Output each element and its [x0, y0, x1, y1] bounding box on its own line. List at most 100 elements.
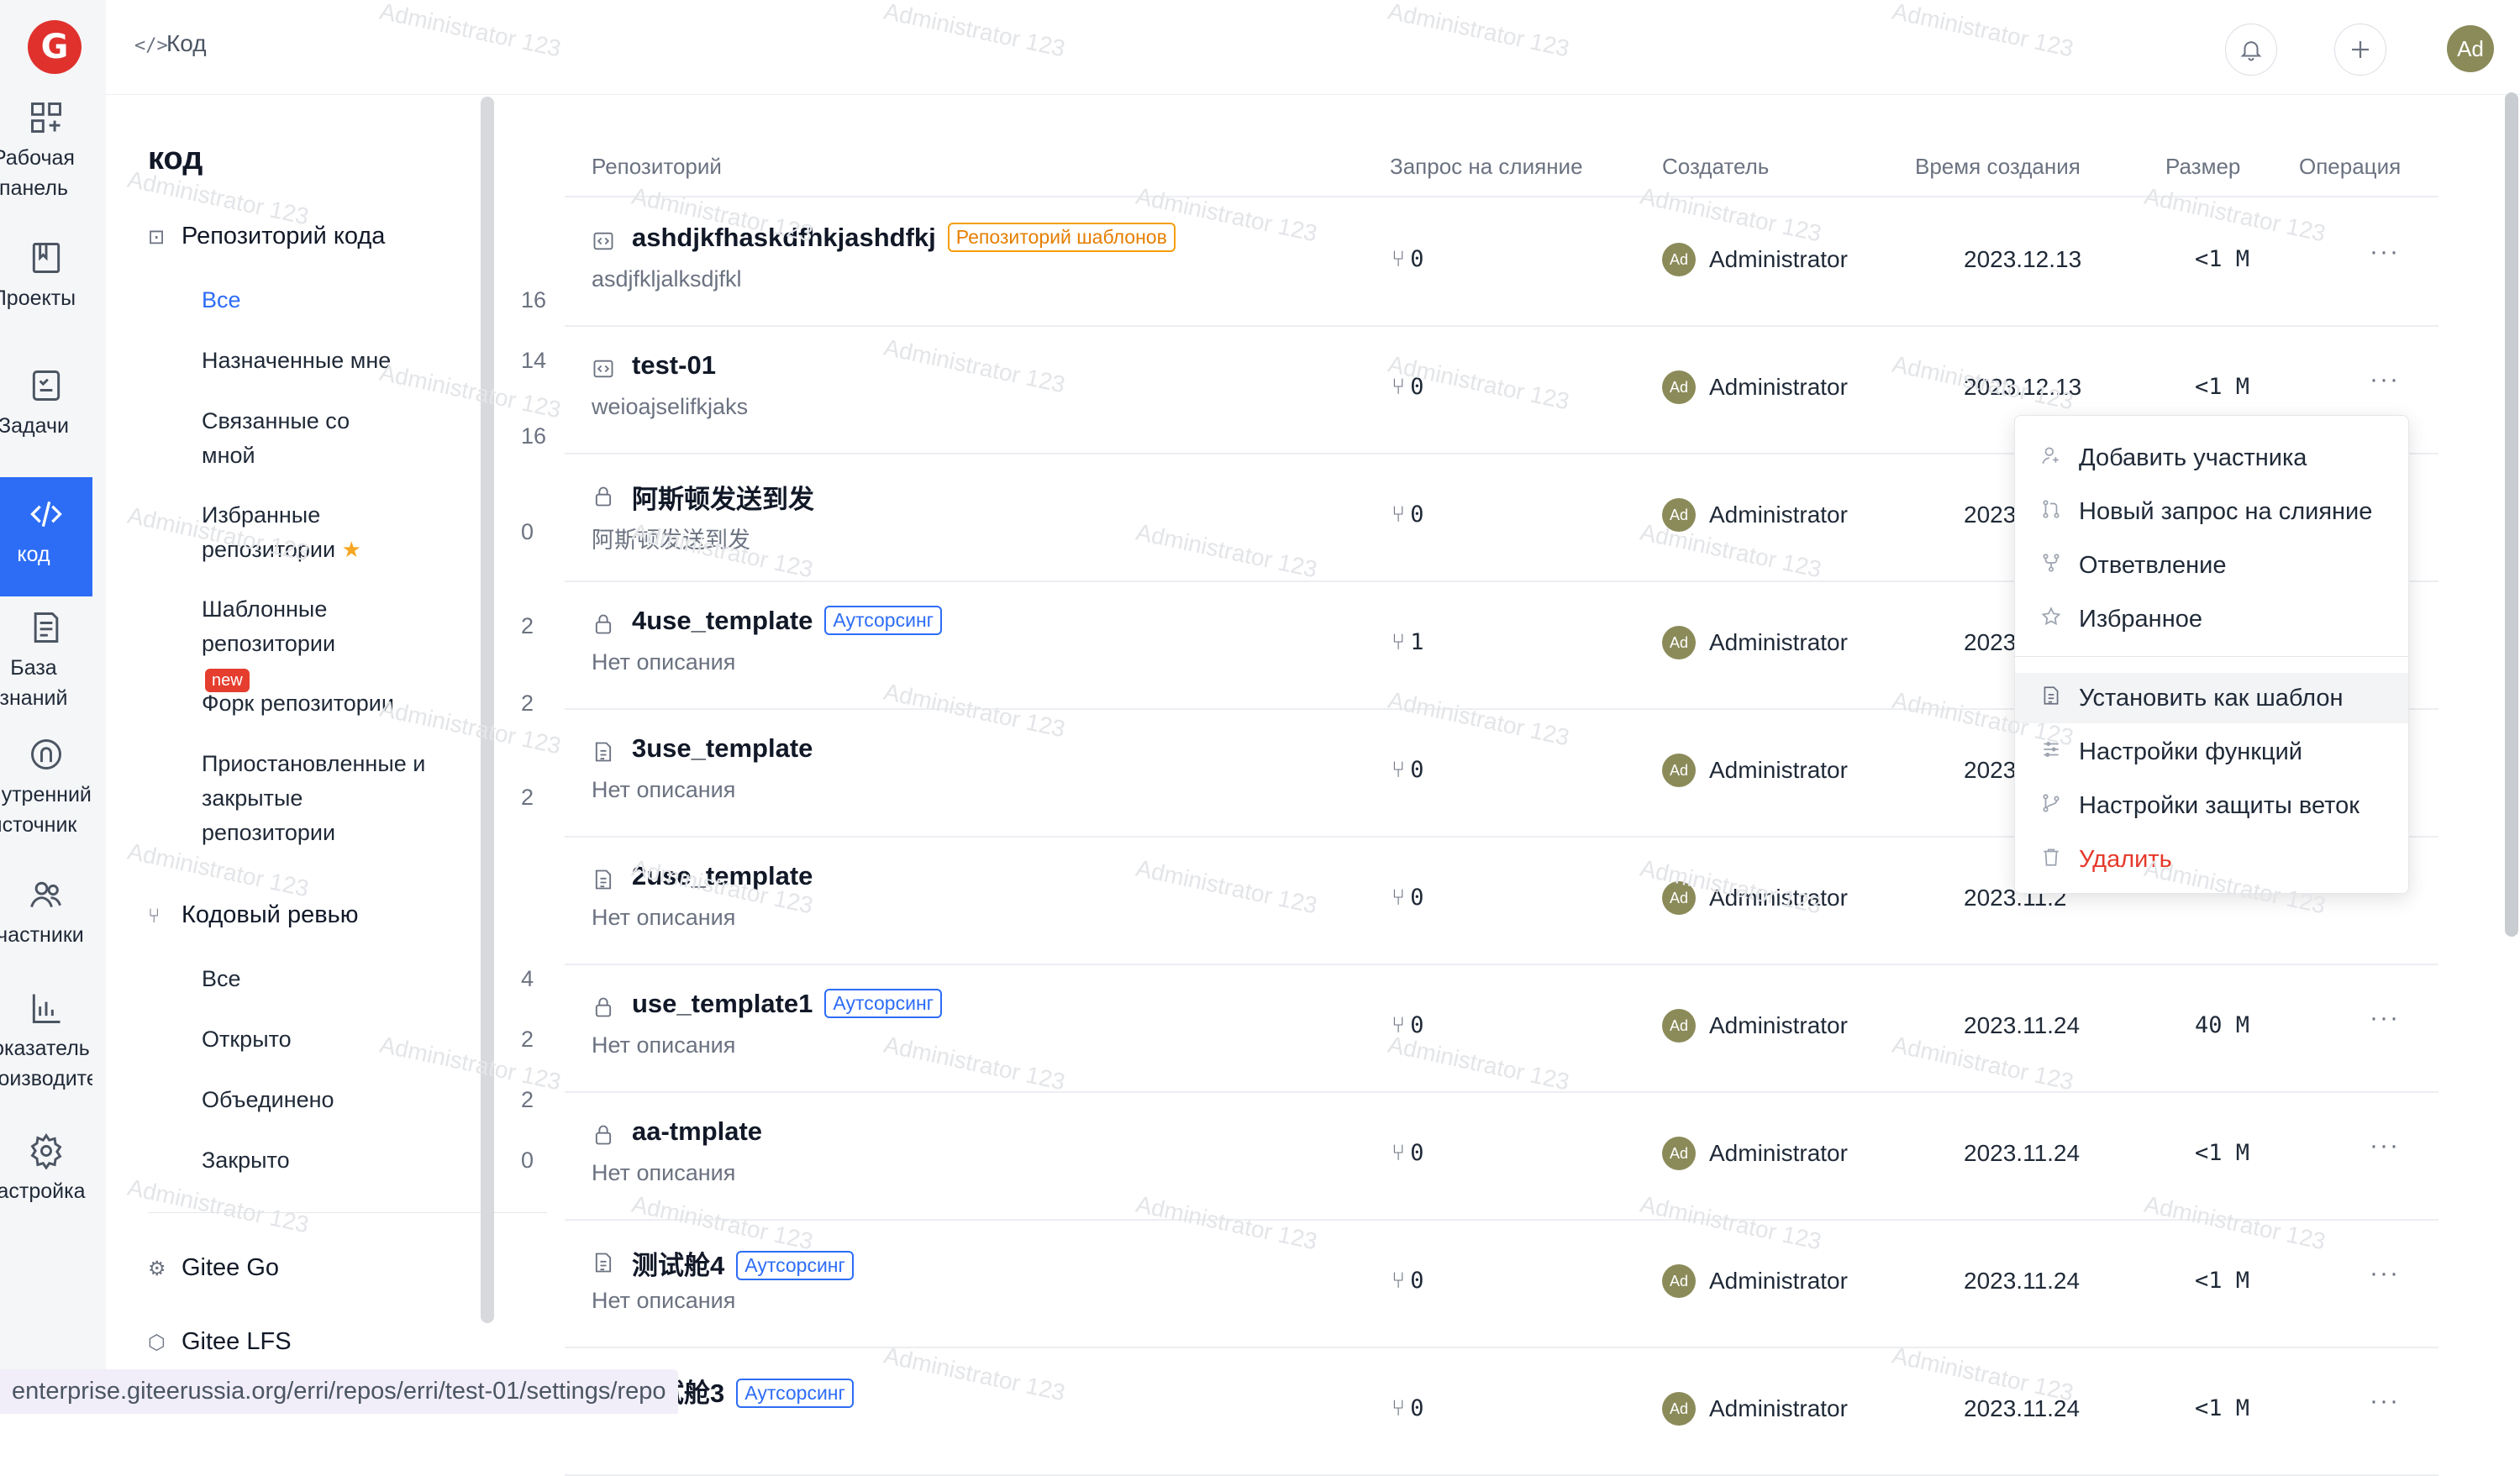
- more-actions-icon[interactable]: ···: [2370, 1387, 2400, 1416]
- breadcrumb[interactable]: </>Код: [134, 30, 207, 57]
- notifications-button[interactable]: [2225, 24, 2277, 76]
- header-size: Размер: [2165, 154, 2241, 179]
- repo-name-text[interactable]: 测试舱4: [632, 1251, 724, 1280]
- menu-item-label: Настройки функций: [2079, 738, 2302, 765]
- nav-projects[interactable]: Проекты: [0, 239, 92, 313]
- repo-name[interactable]: 阿斯顿发送到发: [632, 478, 814, 516]
- menu-item[interactable]: Настройки функций: [2015, 727, 2408, 777]
- sidebar-gitee-go[interactable]: ⚙ Gitee Go: [148, 1254, 279, 1282]
- sidebar-item-all-repos[interactable]: Все 16: [202, 283, 546, 318]
- members-icon: [28, 876, 65, 913]
- header-repo: Репозиторий: [592, 154, 722, 179]
- merge-request-count[interactable]: ⑂ 0: [1392, 757, 1423, 783]
- template-icon: [592, 868, 615, 891]
- pipeline-icon: ⚙: [148, 1258, 166, 1280]
- created-time: 2023.11.24: [1964, 1012, 2081, 1038]
- sidebar-item-templates[interactable]: Шаблонные репозитории new 2: [202, 592, 534, 696]
- nav-knowledge[interactable]: База знаний: [0, 609, 92, 713]
- bell-icon: [2240, 41, 2262, 61]
- menu-item[interactable]: Добавить участника: [2015, 433, 2408, 483]
- menu-item-label: Ответвление: [2079, 552, 2227, 579]
- repo-name[interactable]: ashdjkfhaskdfhkjashdfkj Репозиторий шабло…: [632, 223, 1176, 253]
- repo-icon: ⊡: [148, 226, 166, 249]
- nav-innersource[interactable]: Внутренний источник: [0, 736, 92, 840]
- sidebar-scrollbar[interactable]: [481, 97, 494, 1323]
- nav-metrics[interactable]: Показатель производительности: [0, 990, 92, 1094]
- header-op: Операция: [2299, 154, 2402, 179]
- menu-item[interactable]: Новый запрос на слияние: [2015, 486, 2408, 537]
- nav-label: Внутренний источник: [0, 783, 92, 837]
- repo-name[interactable]: 测试舱4 Аутсорсинг: [632, 1244, 854, 1282]
- repo-name[interactable]: 3use_template: [632, 733, 813, 764]
- item-label: Все: [202, 287, 241, 313]
- repo-tag: Аутсорсинг: [824, 606, 943, 635]
- review-section[interactable]: ⑂ Кодовый ревью: [148, 901, 358, 929]
- header-time: Время создания: [1915, 154, 2081, 179]
- creator-name: Administrator: [1709, 757, 1848, 783]
- repo-name[interactable]: use_template1 Аутсорсинг: [632, 989, 943, 1019]
- repo-name[interactable]: 4use_template Аутсорсинг: [632, 606, 943, 636]
- menu-item[interactable]: Избранное: [2015, 594, 2408, 644]
- table-row[interactable]: 测试舱3 Аутсорсинг ⑂ 0 Ad Administrator 2023.11.2…: [565, 1347, 2438, 1476]
- sidebar-gitee-lfs[interactable]: ⬡ Gitee LFS: [148, 1328, 292, 1356]
- sidebar-item-archived[interactable]: Приостановленные и закрытые репозитории 2: [202, 747, 534, 850]
- sidebar-item-review-all[interactable]: Все 4: [202, 962, 534, 996]
- sidebar-item-review-merged[interactable]: Объединено 2: [202, 1083, 534, 1117]
- main-scrollbar[interactable]: [2505, 92, 2518, 937]
- repo-name-text[interactable]: 4use_template: [632, 606, 813, 635]
- repo-name[interactable]: test-01: [632, 350, 716, 381]
- user-avatar[interactable]: Ad: [2447, 25, 2494, 72]
- nav-dashboard[interactable]: Рабочая панель: [0, 99, 92, 203]
- repo-tag: Аутсорсинг: [736, 1251, 854, 1280]
- repo-name-text[interactable]: aa-tmplate: [632, 1116, 762, 1146]
- gitee-logo[interactable]: G: [28, 20, 82, 74]
- menu-item[interactable]: Настройки защиты веток: [2015, 780, 2408, 831]
- more-actions-icon[interactable]: ···: [2370, 1004, 2400, 1032]
- mr-count: 0: [1410, 246, 1424, 272]
- nav-members[interactable]: Участники: [0, 876, 92, 950]
- creator-name: Administrator: [1709, 1012, 1848, 1038]
- merge-request-count[interactable]: ⑂ 0: [1392, 246, 1423, 272]
- merge-request-count[interactable]: ⑂ 0: [1392, 502, 1423, 528]
- repo-tag: Аутсорсинг: [824, 989, 943, 1018]
- nav-label: Рабочая панель: [0, 146, 75, 200]
- branch-icon: [2040, 792, 2064, 816]
- star-icon: ★: [341, 537, 361, 562]
- merge-request-icon: ⑂: [1392, 885, 1406, 911]
- menu-item[interactable]: Ответвление: [2015, 540, 2408, 591]
- menu-item[interactable]: Установить как шаблон: [2015, 673, 2408, 723]
- nav-settings[interactable]: Настройка: [0, 1132, 92, 1206]
- repo-section[interactable]: ⊡ Репозиторий кода: [148, 223, 385, 250]
- merge-request-count[interactable]: ⑂ 0: [1392, 1395, 1423, 1421]
- avatar: Ad: [1662, 1009, 1696, 1043]
- knowledge-icon: [28, 609, 65, 646]
- menu-item-label: Настройки защиты веток: [2079, 792, 2360, 819]
- more-actions-icon[interactable]: ···: [2370, 238, 2400, 266]
- more-actions-icon[interactable]: ···: [2370, 365, 2400, 394]
- menu-item-label: Новый запрос на слияние: [2079, 498, 2373, 525]
- sidebar-item-related[interactable]: Связанные со мной 16: [202, 404, 546, 473]
- sidebar-item-review-closed[interactable]: Закрыто 0: [202, 1143, 534, 1178]
- repo-name-text[interactable]: 3use_template: [632, 733, 813, 763]
- merge-request-count[interactable]: ⑂ 1: [1392, 629, 1423, 655]
- avatar: Ad: [1662, 1137, 1696, 1170]
- create-button[interactable]: [2334, 24, 2386, 76]
- projects-icon: [28, 239, 65, 276]
- merge-request-count[interactable]: ⑂ 0: [1392, 1140, 1423, 1166]
- nav-code[interactable]: код: [0, 477, 92, 596]
- nav-tasks[interactable]: Задачи: [0, 367, 92, 441]
- more-actions-icon[interactable]: ···: [2370, 1259, 2400, 1288]
- table-row[interactable]: ashdjkfhaskdfhkjashdfkj Репозиторий шабло…: [565, 197, 2438, 327]
- table-row[interactable]: 测试舱4 Аутсорсинг Нет описания ⑂ 0 Ad Administra…: [565, 1219, 2438, 1348]
- gitee-lfs-label: Gitee LFS: [182, 1328, 292, 1355]
- created-time: 2023.12.13: [1964, 246, 2082, 272]
- repo-name-text[interactable]: test-01: [632, 350, 716, 380]
- creator-name: Administrator: [1709, 1140, 1848, 1166]
- merge-request-count[interactable]: ⑂ 0: [1392, 885, 1423, 911]
- merge-request-count[interactable]: ⑂ 0: [1392, 1268, 1423, 1294]
- repo-name-text[interactable]: use_template1: [632, 989, 813, 1018]
- repo-name-text[interactable]: 阿斯顿发送到发: [632, 485, 814, 514]
- mr-count: 0: [1410, 885, 1424, 911]
- more-actions-icon[interactable]: ···: [2370, 1132, 2400, 1160]
- repo-name[interactable]: aa-tmplate: [632, 1116, 762, 1147]
